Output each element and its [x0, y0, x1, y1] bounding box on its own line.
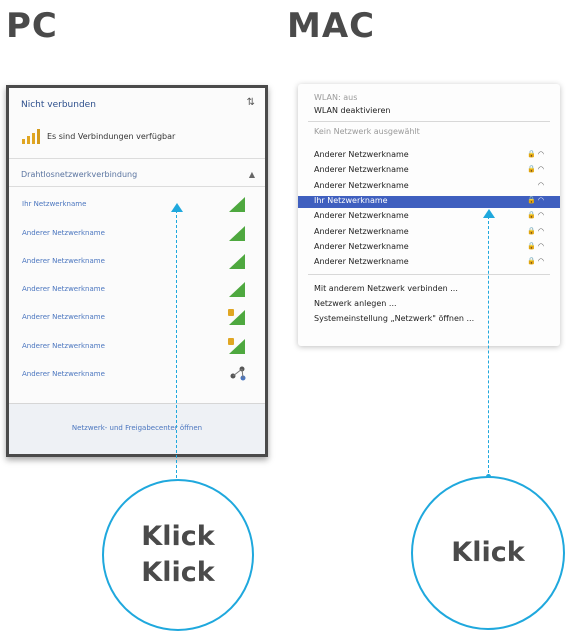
mac-network-item[interactable]: Anderer Netzwerkname 🔒 ◠ — [298, 227, 560, 239]
lock-wifi-icon: 🔒 ◠ — [526, 150, 544, 158]
mac-network-name: Anderer Netzwerkname — [314, 180, 409, 190]
secured-signal-icon — [227, 336, 247, 360]
signal-strength-icon — [227, 194, 247, 218]
signal-strength-icon — [227, 279, 247, 303]
mac-wifi-status: WLAN: aus — [314, 93, 358, 102]
pc-guide-line — [176, 210, 177, 498]
divider — [308, 274, 550, 275]
mac-heading: MAC — [287, 6, 376, 46]
divider — [308, 121, 550, 122]
mac-network-name: Ihr Netzwerkname — [314, 195, 388, 205]
pc-network-item[interactable]: Ihr Netzwerkname — [9, 191, 265, 219]
pc-network-name: Anderer Netzwerkname — [22, 229, 105, 237]
network-connector-icon — [229, 364, 247, 386]
lock-wifi-icon: 🔒 ◠ — [526, 241, 544, 250]
mac-network-name: Anderer Netzwerkname — [314, 226, 409, 236]
mac-network-item[interactable]: Anderer Netzwerkname 🔒 ◠ — [298, 257, 560, 269]
lock-wifi-icon: 🔒 ◠ — [526, 165, 544, 174]
callout-text: Klick — [451, 537, 525, 568]
pc-double-click-callout: Klick Klick — [102, 479, 254, 631]
pc-network-item[interactable]: Anderer Netzwerkname — [9, 248, 265, 276]
lock-wifi-icon: 🔒 ◠ — [526, 257, 544, 266]
lock-wifi-icon: 🔒 ◠ — [526, 226, 544, 235]
pc-heading: PC — [6, 6, 58, 46]
mac-network-item[interactable]: Anderer Netzwerkname 🔒 ◠ — [298, 211, 560, 223]
chevron-up-icon[interactable]: ▲ — [249, 170, 255, 179]
pc-network-item[interactable]: Anderer Netzwerkname — [9, 220, 265, 248]
open-network-center-label: Netzwerk- und Freigabecenter öffnen — [71, 424, 203, 432]
create-network-item[interactable]: Netzwerk anlegen ... — [314, 299, 397, 308]
lock-wifi-icon: 🔒 ◠ — [526, 211, 544, 220]
divider — [9, 158, 265, 159]
mac-network-name: Anderer Netzwerkname — [314, 211, 409, 221]
join-other-network-item[interactable]: Mit anderem Netzwerk verbinden ... — [314, 284, 458, 293]
secured-signal-icon — [227, 307, 247, 331]
signal-bars-icon — [22, 129, 40, 144]
mac-network-name: Anderer Netzwerkname — [314, 165, 409, 175]
mac-click-callout: Klick — [411, 476, 565, 630]
pc-section-label: Drahtlosnetzwerkverbindung — [21, 170, 138, 179]
mac-wifi-toggle[interactable]: WLAN deaktivieren — [314, 106, 390, 115]
mac-network-name: Anderer Netzwerkname — [314, 257, 409, 267]
mac-network-item[interactable]: Anderer Netzwerkname 🔒 ◠ — [298, 165, 560, 177]
pc-network-flyout: Nicht verbunden ⇅ Es sind Verbindungen v… — [6, 85, 268, 457]
mac-network-item[interactable]: Anderer Netzwerkname 🔒 ◠ — [298, 242, 560, 254]
pc-network-name: Ihr Netzwerkname — [22, 200, 87, 208]
mac-network-item[interactable]: Anderer Netzwerkname 🔒 ◠ — [298, 150, 560, 162]
pc-network-item[interactable]: Anderer Netzwerkname — [9, 276, 265, 304]
signal-strength-icon — [227, 223, 247, 247]
mac-guide-line — [488, 216, 489, 478]
mac-network-item[interactable]: Anderer Netzwerkname ◠ — [298, 181, 560, 193]
arrow-up-icon — [483, 209, 495, 218]
pc-network-name: Anderer Netzwerkname — [22, 257, 105, 265]
callout-text: Klick — [141, 521, 215, 552]
pc-network-name: Anderer Netzwerkname — [22, 313, 105, 321]
pc-network-item[interactable]: Anderer Netzwerkname — [9, 333, 265, 361]
arrow-up-icon — [171, 203, 183, 212]
mac-section-label: Kein Netzwerk ausgewählt — [314, 127, 420, 136]
mac-network-name: Anderer Netzwerkname — [314, 241, 409, 251]
pc-network-name: Anderer Netzwerkname — [22, 342, 105, 350]
pc-network-name: Anderer Netzwerkname — [22, 370, 105, 378]
signal-strength-icon — [227, 251, 247, 275]
pc-network-item[interactable]: Anderer Netzwerkname — [9, 361, 265, 389]
pc-connection-title: Nicht verbunden — [21, 100, 96, 110]
pc-connection-status: Es sind Verbindungen verfügbar — [21, 128, 175, 144]
open-network-preferences-item[interactable]: Systemeinstellung „Netzwerk" öffnen ... — [314, 314, 474, 323]
pc-network-item[interactable]: Anderer Netzwerkname — [9, 304, 265, 332]
lock-wifi-icon: ◠ — [537, 180, 544, 189]
lock-wifi-icon: 🔒 ◠ — [526, 195, 544, 204]
pc-status-text: Es sind Verbindungen verfügbar — [47, 131, 176, 141]
mac-network-name: Anderer Netzwerkname — [314, 150, 409, 159]
refresh-icon[interactable]: ⇅ — [247, 97, 255, 108]
mac-wifi-menu: WLAN: aus WLAN deaktivieren Kein Netzwer… — [298, 84, 560, 346]
pc-network-name: Anderer Netzwerkname — [22, 285, 105, 293]
mac-network-item-selected[interactable]: Ihr Netzwerkname 🔒 ◠ — [298, 195, 560, 208]
open-network-center-button[interactable]: Netzwerk- und Freigabecenter öffnen — [9, 403, 265, 454]
divider — [9, 186, 265, 187]
callout-text: Klick — [141, 557, 215, 588]
